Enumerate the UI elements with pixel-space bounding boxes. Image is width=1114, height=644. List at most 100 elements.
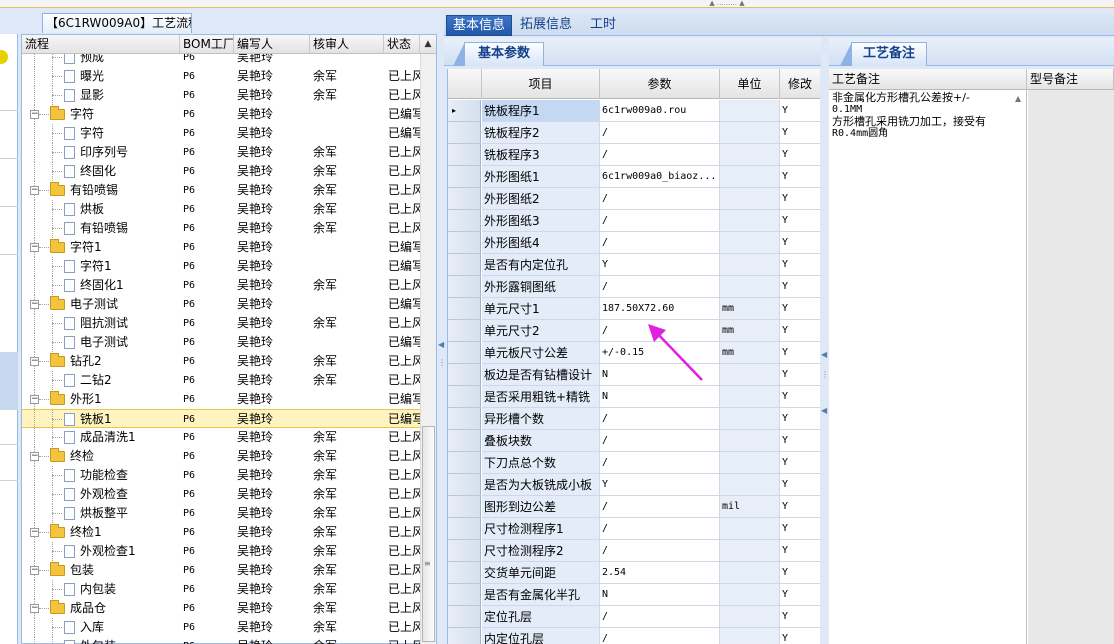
param-cell[interactable]: Y bbox=[600, 474, 720, 496]
tree-row[interactable]: − 外形1 P6 吴艳玲 已编写 bbox=[22, 390, 420, 409]
tree-row[interactable]: 入库 P6 吴艳玲 余军 已上风 bbox=[22, 618, 420, 637]
param-cell[interactable]: 6c1rw009a0.rou bbox=[600, 100, 720, 122]
row-header[interactable] bbox=[448, 298, 481, 320]
param-row[interactable]: 单元尺寸1 187.50X72.60 mm Y bbox=[448, 298, 820, 320]
param-cell[interactable]: / bbox=[600, 430, 720, 452]
tree-row[interactable]: − 钻孔2 P6 吴艳玲 余军 已上风 bbox=[22, 352, 420, 371]
tree-scrollbar[interactable]: ≡ bbox=[420, 54, 436, 644]
column-header-modify[interactable]: 修改 bbox=[780, 69, 820, 99]
tree-row[interactable]: 字符1 P6 吴艳玲 已编写 bbox=[22, 257, 420, 276]
memo-scrollbar[interactable]: ▲ bbox=[1013, 90, 1026, 644]
param-row[interactable]: 是否有金属化半孔 N Y bbox=[448, 584, 820, 606]
modify-cell[interactable]: Y bbox=[780, 540, 820, 562]
param-row[interactable]: 定位孔层 / Y bbox=[448, 606, 820, 628]
modify-cell[interactable]: Y bbox=[780, 562, 820, 584]
column-header-flow[interactable]: 流程 bbox=[22, 35, 180, 54]
row-header[interactable] bbox=[448, 496, 481, 518]
param-row[interactable]: ▸ 铣板程序1 6c1rw009a0.rou Y bbox=[448, 100, 820, 122]
column-header-status[interactable]: 状态 bbox=[384, 35, 420, 54]
param-cell[interactable]: / bbox=[600, 210, 720, 232]
param-cell[interactable]: / bbox=[600, 232, 720, 254]
side-tab[interactable] bbox=[0, 352, 18, 410]
tree-row[interactable]: − 成品仓 P6 吴艳玲 余军 已上风 bbox=[22, 599, 420, 618]
param-cell[interactable]: / bbox=[600, 276, 720, 298]
tree-row[interactable]: 外观检查 P6 吴艳玲 余军 已上风 bbox=[22, 485, 420, 504]
collapse-toggle-icon[interactable]: − bbox=[30, 243, 39, 252]
param-cell[interactable]: 6c1rw009a0_biaoz... bbox=[600, 166, 720, 188]
tree-row[interactable]: − 终检1 P6 吴艳玲 余军 已上风 bbox=[22, 523, 420, 542]
param-row[interactable]: 尺寸检测程序2/ Y bbox=[448, 540, 820, 562]
param-row[interactable]: 下刀点总个数 / Y bbox=[448, 452, 820, 474]
param-cell[interactable]: / bbox=[600, 188, 720, 210]
param-row[interactable]: 是否采用粗铣+精铣 N Y bbox=[448, 386, 820, 408]
collapse-toggle-icon[interactable]: − bbox=[30, 566, 39, 575]
tree-row[interactable]: − 包装 P6 吴艳玲 余军 已上风 bbox=[22, 561, 420, 580]
param-row[interactable]: 外形露铜图纸 / Y bbox=[448, 276, 820, 298]
param-row[interactable]: 铣板程序2/ Y bbox=[448, 122, 820, 144]
row-header[interactable] bbox=[448, 430, 481, 452]
row-header[interactable] bbox=[448, 408, 481, 430]
tree-row[interactable]: 字符 P6 吴艳玲 已编写 bbox=[22, 124, 420, 143]
tree-row[interactable]: 终固化1 P6 吴艳玲 余军 已上风 bbox=[22, 276, 420, 295]
row-header[interactable] bbox=[448, 144, 481, 166]
tree-row[interactable]: 曝光 P6 吴艳玲 余军 已上风 bbox=[22, 67, 420, 86]
row-header[interactable] bbox=[448, 606, 481, 628]
modify-cell[interactable]: Y bbox=[780, 166, 820, 188]
param-row[interactable]: 外形图纸1 6c1rw009a0_biaoz... Y bbox=[448, 166, 820, 188]
tree-row[interactable]: − 字符1 P6 吴艳玲 已编写 bbox=[22, 238, 420, 257]
row-header[interactable] bbox=[448, 386, 481, 408]
row-header[interactable] bbox=[448, 474, 481, 496]
row-header[interactable] bbox=[448, 166, 481, 188]
modify-cell[interactable]: Y bbox=[780, 474, 820, 496]
modify-cell[interactable]: Y bbox=[780, 628, 820, 644]
row-header[interactable]: ▸ bbox=[448, 100, 481, 122]
tab-basic-info[interactable]: 基本信息 bbox=[446, 15, 513, 36]
tab-extended-info[interactable]: 拓展信息 bbox=[514, 15, 578, 36]
scroll-up-arrow-icon[interactable]: ▲ bbox=[1015, 94, 1021, 103]
modify-cell[interactable]: Y bbox=[780, 518, 820, 540]
row-header[interactable] bbox=[448, 320, 481, 342]
param-cell[interactable]: / bbox=[600, 122, 720, 144]
collapse-toggle-icon[interactable]: − bbox=[30, 528, 39, 537]
model-notes-field[interactable] bbox=[1028, 90, 1114, 644]
modify-cell[interactable]: Y bbox=[780, 188, 820, 210]
row-header[interactable] bbox=[448, 364, 481, 386]
modify-cell[interactable]: Y bbox=[780, 122, 820, 144]
modify-cell[interactable]: Y bbox=[780, 496, 820, 518]
modify-cell[interactable]: Y bbox=[780, 364, 820, 386]
column-header-unit[interactable]: 单位 bbox=[720, 69, 780, 99]
param-cell[interactable]: / bbox=[600, 496, 720, 518]
row-header[interactable] bbox=[448, 276, 481, 298]
param-cell[interactable]: / bbox=[600, 606, 720, 628]
tree-row[interactable]: 功能检查 P6 吴艳玲 余军 已上风 bbox=[22, 466, 420, 485]
left-splitter[interactable]: ◀ ⋮ bbox=[438, 14, 446, 644]
modify-cell[interactable]: Y bbox=[780, 386, 820, 408]
param-row[interactable]: 板边是否有钻槽设计 N Y bbox=[448, 364, 820, 386]
modify-cell[interactable]: Y bbox=[780, 408, 820, 430]
row-header[interactable] bbox=[448, 562, 481, 584]
modify-cell[interactable]: Y bbox=[780, 584, 820, 606]
param-row[interactable]: 交货单元间距 2.54 Y bbox=[448, 562, 820, 584]
top-splitter-grip[interactable]: ▲ ......... ▲ bbox=[692, 0, 762, 7]
row-header[interactable] bbox=[448, 122, 481, 144]
modify-cell[interactable]: Y bbox=[780, 452, 820, 474]
row-header[interactable] bbox=[448, 518, 481, 540]
process-notes-memo[interactable]: 非金属化方形槽孔公差按+/- 0.1MM 方形槽孔采用铣刀加工，接受有 R0.4… bbox=[829, 90, 1027, 644]
modify-cell[interactable]: Y bbox=[780, 342, 820, 364]
column-header-reviewer[interactable]: 核审人 bbox=[310, 35, 384, 54]
expand-arrow-icon[interactable]: ◀ bbox=[821, 406, 827, 415]
tree-scrollbar-thumb[interactable] bbox=[422, 426, 435, 642]
param-cell[interactable]: / bbox=[600, 518, 720, 540]
modify-cell[interactable]: Y bbox=[780, 320, 820, 342]
modify-cell[interactable]: Y bbox=[780, 232, 820, 254]
tab-work-hours[interactable]: 工时 bbox=[584, 15, 622, 36]
collapse-toggle-icon[interactable]: − bbox=[30, 395, 39, 404]
param-cell[interactable]: / bbox=[600, 144, 720, 166]
tree-row[interactable]: 预成 P6 吴艳玲 bbox=[22, 54, 420, 67]
modify-cell[interactable]: Y bbox=[780, 430, 820, 452]
collapse-toggle-icon[interactable]: − bbox=[30, 452, 39, 461]
column-header-item[interactable]: 项目 bbox=[482, 69, 600, 99]
tree-row[interactable]: 外包装 P6 吴艳玲 余军 已上风 bbox=[22, 637, 420, 644]
param-cell[interactable]: 187.50X72.60 bbox=[600, 298, 720, 320]
param-row[interactable]: 是否有内定位孔 Y Y bbox=[448, 254, 820, 276]
